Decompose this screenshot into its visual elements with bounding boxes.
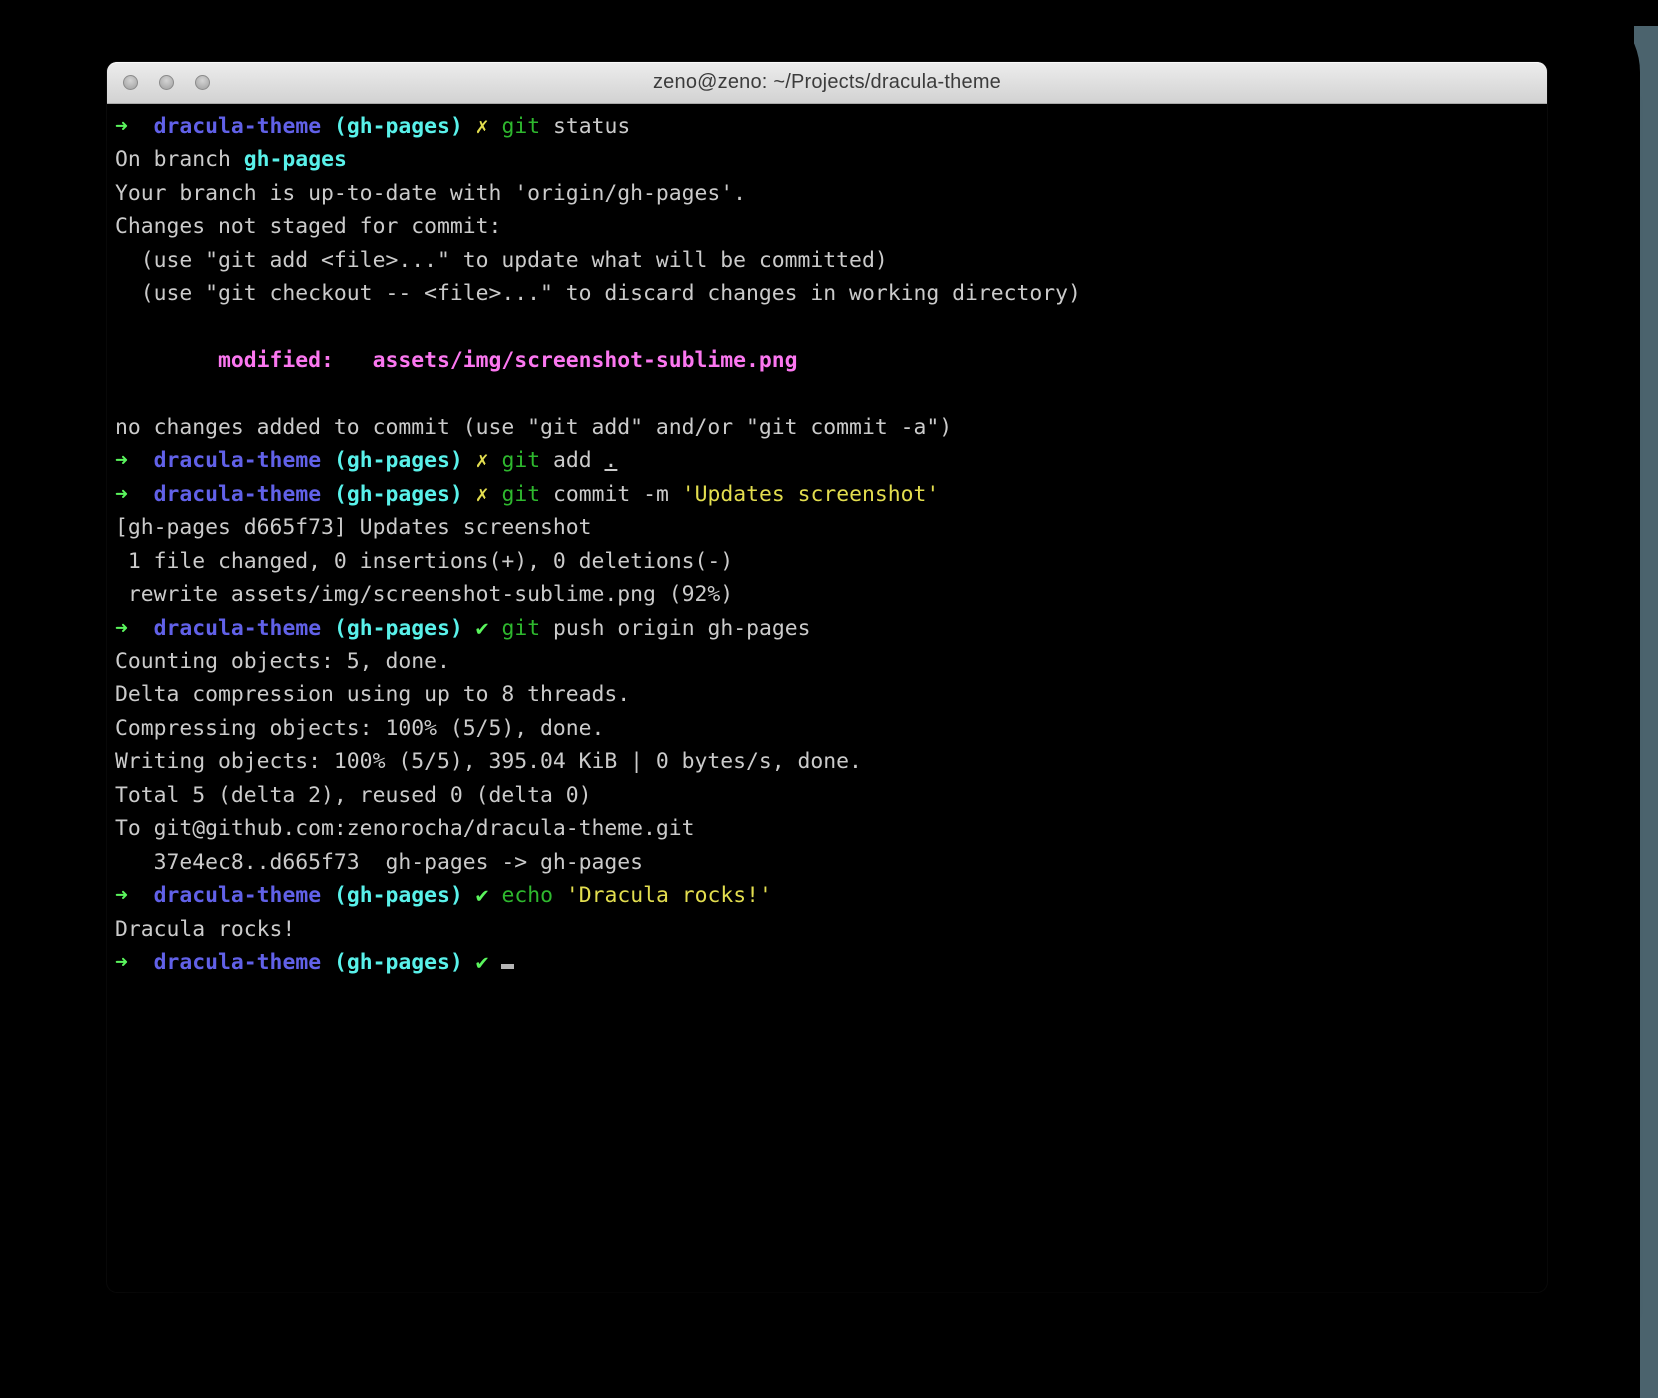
window-title: zeno@zeno: ~/Projects/dracula-theme — [107, 71, 1547, 94]
terminal-line: Dracula rocks! — [115, 913, 1547, 946]
terminal-line: Counting objects: 5, done. — [115, 645, 1547, 678]
terminal-body[interactable]: ➜ dracula-theme (gh-pages) ✗ git statusO… — [107, 104, 1547, 1292]
zoom-button[interactable] — [195, 75, 210, 90]
terminal-line: Changes not staged for commit: — [115, 210, 1547, 243]
terminal-line: [gh-pages d665f73] Updates screenshot — [115, 511, 1547, 544]
terminal-line: ➜ dracula-theme (gh-pages) ✔ git push or… — [115, 612, 1547, 645]
terminal-line: rewrite assets/img/screenshot-sublime.pn… — [115, 578, 1547, 611]
terminal-line: ➜ dracula-theme (gh-pages) ✗ git commit … — [115, 478, 1547, 511]
minimize-button[interactable] — [159, 75, 174, 90]
terminal-line: Total 5 (delta 2), reused 0 (delta 0) — [115, 779, 1547, 812]
terminal-cursor: _ — [501, 964, 514, 969]
terminal-line: ➜ dracula-theme (gh-pages) ✗ git add . — [115, 444, 1547, 477]
terminal-line: Your branch is up-to-date with 'origin/g… — [115, 177, 1547, 210]
close-button[interactable] — [123, 75, 138, 90]
terminal-line: Delta compression using up to 8 threads. — [115, 678, 1547, 711]
terminal-line: 37e4ec8..d665f73 gh-pages -> gh-pages — [115, 846, 1547, 879]
titlebar[interactable]: zeno@zeno: ~/Projects/dracula-theme — [107, 62, 1547, 104]
terminal-line: 1 file changed, 0 insertions(+), 0 delet… — [115, 545, 1547, 578]
terminal-line: On branch gh-pages — [115, 143, 1547, 176]
terminal-line — [115, 378, 1547, 411]
terminal-line: ➜ dracula-theme (gh-pages) ✗ git status — [115, 110, 1547, 143]
terminal-line: no changes added to commit (use "git add… — [115, 411, 1547, 444]
terminal-line: ➜ dracula-theme (gh-pages) ✔ echo 'Dracu… — [115, 879, 1547, 912]
terminal-line: (use "git checkout -- <file>..." to disc… — [115, 277, 1547, 310]
terminal-window: zeno@zeno: ~/Projects/dracula-theme ➜ dr… — [107, 62, 1547, 1292]
terminal-line — [115, 311, 1547, 344]
terminal-line: To git@github.com:zenorocha/dracula-them… — [115, 812, 1547, 845]
terminal-line: modified: assets/img/screenshot-sublime.… — [115, 344, 1547, 377]
traffic-lights — [123, 62, 210, 103]
terminal-line: Writing objects: 100% (5/5), 395.04 KiB … — [115, 745, 1547, 778]
terminal-line: Compressing objects: 100% (5/5), done. — [115, 712, 1547, 745]
terminal-line: ➜ dracula-theme (gh-pages) ✔ _ — [115, 946, 1547, 979]
terminal-line: (use "git add <file>..." to update what … — [115, 244, 1547, 277]
